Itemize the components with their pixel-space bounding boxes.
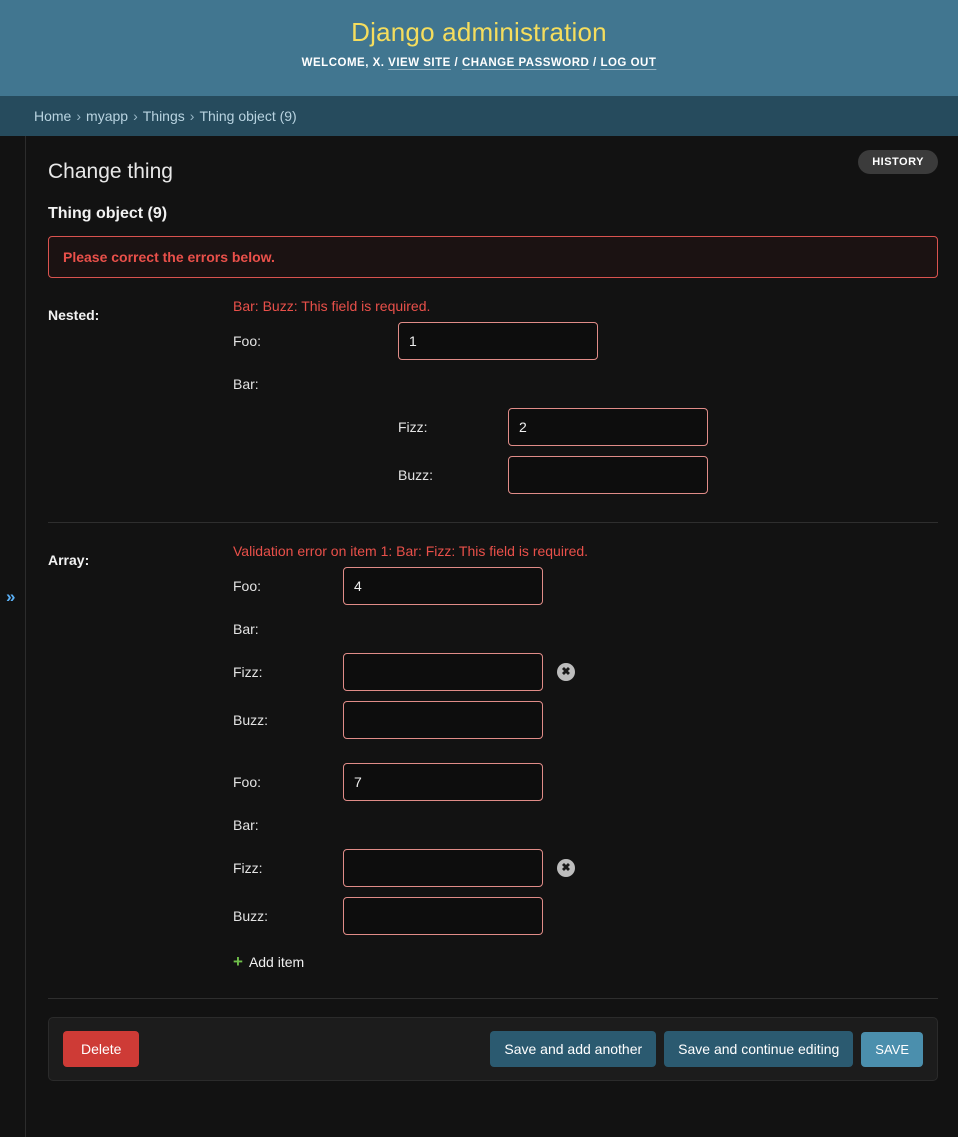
subfield-label-buzz: Buzz: [233,712,269,728]
subfield-label-fizz: Fizz: [398,419,428,435]
subfield-label-buzz: Buzz: [233,908,269,924]
breadcrumb-separator: › [133,108,138,124]
change-password-link[interactable]: CHANGE PASSWORD [462,57,589,69]
error-list-nested: Bar: Buzz: This field is required. [233,298,938,314]
array-item: Foo: Bar: Fizz: ✖ Buzz: [233,567,938,739]
subfield-array-foo: Foo: [233,763,938,801]
subfield-label-foo: Foo: [233,333,262,349]
section-divider [48,522,938,523]
array-item-0-buzz-input[interactable] [343,701,543,739]
subfield-label-foo: Foo: [233,578,262,594]
user-tools-separator-1: / [454,57,459,69]
fieldset-array: Array: Validation error on item 1: Bar: … [48,543,938,980]
subfield-array-bar: Bar: [233,811,938,839]
form-row-nested: Nested: Bar: Buzz: This field is require… [48,298,938,504]
subfield-array-fizz: Fizz: ✖ [233,653,938,691]
error-list-array: Validation error on item 1: Bar: Fizz: T… [233,543,938,559]
save-and-continue-button[interactable]: Save and continue editing [664,1031,854,1067]
breadcrumb-separator: › [76,108,82,124]
subfield-nested-buzz: Buzz: [398,456,938,494]
breadcrumb-item-things[interactable]: Things [143,108,185,124]
field-label-array: Array: [48,552,90,568]
welcome-text: WELCOME, [301,57,369,69]
subfield-nested-foo: Foo: [233,322,938,360]
breadcrumb-item-current: Thing object (9) [199,108,297,124]
field-body-nested: Bar: Buzz: This field is required. Foo: … [233,298,938,504]
array-item-1-buzz-input[interactable] [343,897,543,935]
sidebar-toggle[interactable]: » [0,136,26,1137]
subfield-nested-bar: Bar: [233,370,938,398]
error-item: Bar: Buzz: This field is required. [233,298,431,314]
subfield-array-fizz: Fizz: ✖ [233,849,938,887]
array-item-0-foo-input[interactable] [343,567,543,605]
subfield-label-fizz: Fizz: [233,664,263,680]
section-divider-bottom [48,998,938,999]
site-header: Django administration WELCOME, X. VIEW S… [0,0,958,96]
nested-bar-fizz-input[interactable] [508,408,708,446]
nested-bar-buzz-input[interactable] [508,456,708,494]
save-and-add-another-button[interactable]: Save and add another [490,1031,657,1067]
main-container: » HISTORY Change thing Thing object (9) … [0,136,958,1137]
form-row-array: Array: Validation error on item 1: Bar: … [48,543,938,980]
nested-foo-input[interactable] [398,322,598,360]
object-tools: HISTORY [858,150,938,174]
subfield-label-foo: Foo: [233,774,262,790]
error-note: Please correct the errors below. [48,236,938,278]
subfield-nested-fizz: Fizz: [398,408,938,446]
subfield-array-bar: Bar: [233,615,938,643]
save-button[interactable]: SAVE [861,1031,923,1067]
breadcrumb-separator: › [189,108,195,124]
subfield-label-buzz: Buzz: [398,467,434,483]
user-tools: WELCOME, X. VIEW SITE / CHANGE PASSWORD … [302,57,657,69]
subfield-array-buzz: Buzz: [233,897,938,935]
add-item-button[interactable]: + Add item [233,953,304,970]
array-item-0-fizz-input[interactable] [343,653,543,691]
site-title: Django administration [351,17,607,47]
breadcrumb: Home › myapp › Things › Thing object (9) [0,96,958,136]
username-label: X. [372,57,385,69]
delete-button[interactable]: Delete [63,1031,140,1067]
array-item-1-fizz-input[interactable] [343,849,543,887]
error-item: Validation error on item 1: Bar: Fizz: T… [233,543,589,559]
view-site-link[interactable]: VIEW SITE [388,57,451,69]
subfield-label-bar: Bar: [233,376,259,392]
object-caption: Thing object (9) [48,205,168,222]
subfield-label-bar: Bar: [233,817,259,833]
log-out-link[interactable]: LOG OUT [600,57,656,69]
add-item-row: + Add item [233,953,938,980]
subfield-array-buzz: Buzz: [233,701,938,739]
subfield-array-foo: Foo: [233,567,938,605]
breadcrumb-item-home[interactable]: Home [34,108,71,124]
field-body-array: Validation error on item 1: Bar: Fizz: T… [233,543,938,980]
subfield-label-bar: Bar: [233,621,259,637]
plus-icon: + [233,952,243,971]
field-label-nested: Nested: [48,307,100,323]
submit-row: Delete Save and add another Save and con… [48,1017,938,1081]
array-item: Foo: Bar: Fizz: ✖ Buzz: [233,763,938,935]
breadcrumb-item-myapp[interactable]: myapp [86,108,128,124]
remove-item-icon[interactable]: ✖ [557,859,575,877]
content-area: HISTORY Change thing Thing object (9) Pl… [26,136,958,1137]
add-item-label: Add item [248,953,305,970]
page-title: Change thing [48,160,173,183]
subfield-label-fizz: Fizz: [233,860,263,876]
history-button[interactable]: HISTORY [858,150,938,174]
fieldset-nested: Nested: Bar: Buzz: This field is require… [48,298,938,504]
user-tools-separator-2: / [593,57,597,69]
array-item-1-foo-input[interactable] [343,763,543,801]
chevron-double-right-icon[interactable]: » [6,588,15,605]
remove-item-icon[interactable]: ✖ [557,663,575,681]
